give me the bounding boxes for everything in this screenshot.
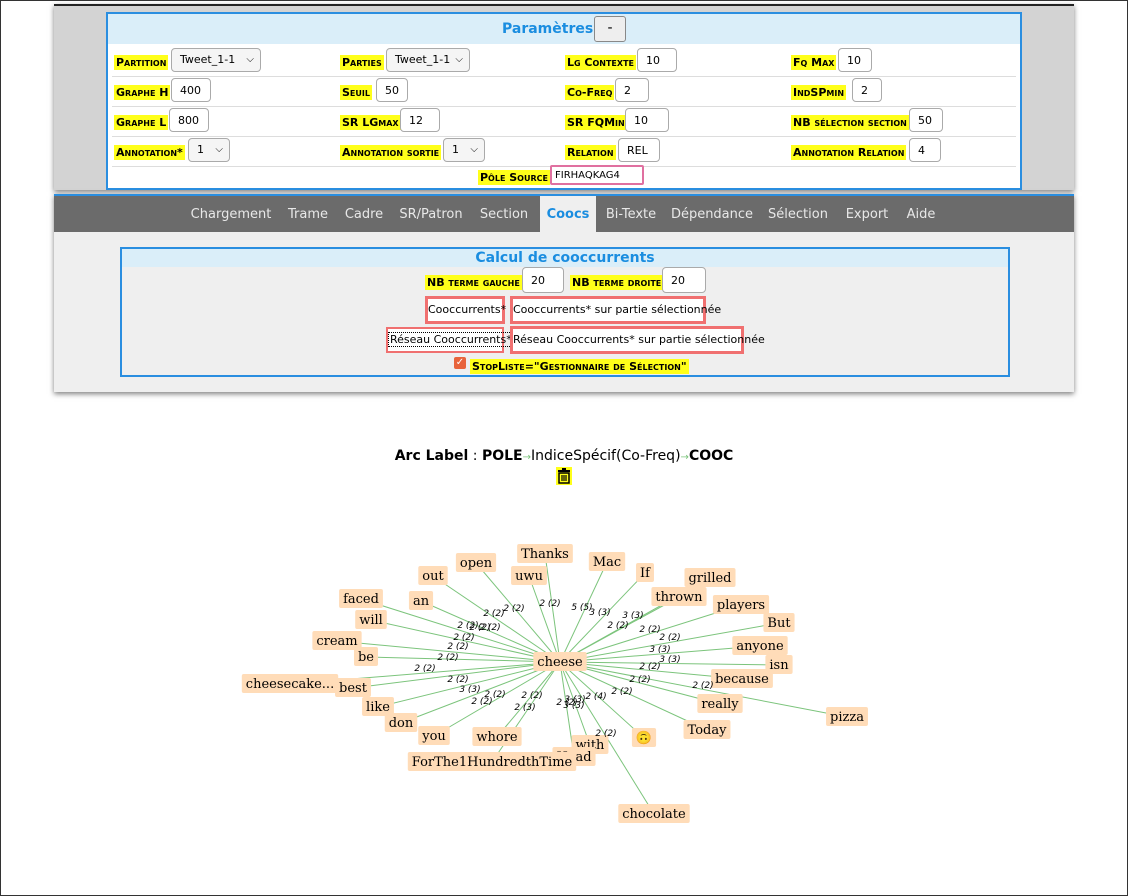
graph-node[interactable]: whore xyxy=(472,727,522,746)
graph-node[interactable]: Today xyxy=(683,720,731,739)
graph-edge-label: 2 (2) xyxy=(447,642,468,652)
graph-edge-label: 2 (2) xyxy=(607,621,628,631)
graph-node-label: grilled xyxy=(688,571,731,586)
graph-edge-label: 2 (2) xyxy=(556,698,577,708)
graph-node-label: you xyxy=(421,729,446,744)
graph-node[interactable]: grilled xyxy=(684,568,736,587)
graph-node[interactable]: anyone xyxy=(732,636,788,655)
graph-node[interactable]: thrown xyxy=(651,587,707,606)
graph-edge-label: 3 (3) xyxy=(459,685,480,695)
graph-edge-label: 3 (3) xyxy=(659,655,680,665)
graph-node-label: cream xyxy=(316,634,357,649)
graph-node[interactable]: because xyxy=(711,669,773,688)
graph-node-label: don xyxy=(389,716,414,731)
graph-edge-label: 2 (2) xyxy=(521,691,542,701)
graph-node-label: 🙃 xyxy=(636,730,652,746)
graph-edge-label: 2 (2) xyxy=(692,681,713,691)
graph-node[interactable]: uwu xyxy=(511,566,547,585)
graph-node[interactable]: If xyxy=(636,563,654,582)
graph-node[interactable]: cheesecake... xyxy=(241,674,339,693)
graph-node-label: But xyxy=(767,616,791,631)
graph-edge xyxy=(527,575,561,663)
graph-node-label: cheesecake... xyxy=(246,677,334,692)
graph-node[interactable]: 🙃 xyxy=(631,728,657,747)
graph-node[interactable]: pizza xyxy=(826,707,868,726)
graph-node-label: Thanks xyxy=(521,547,569,562)
graph-edge-label: 2 (2) xyxy=(414,664,435,674)
graph-node-label: out xyxy=(422,569,444,584)
graph-node-label: like xyxy=(366,700,390,715)
graph-edge-label: 3 (3) xyxy=(649,645,670,655)
graph-edge-label: 2 (2) xyxy=(437,653,458,663)
graph-node[interactable]: you xyxy=(418,726,450,745)
graph-node[interactable]: don xyxy=(384,713,418,732)
graph-edge-label: 2 (2) xyxy=(479,623,500,633)
graph-edge-label: 3 (3) xyxy=(622,611,643,621)
graph-node-label: faced xyxy=(343,592,379,607)
graph-edge-label: 2 (2) xyxy=(659,633,680,643)
graph-node[interactable]: chocolate xyxy=(618,804,690,823)
graph-node-label: will xyxy=(359,613,383,628)
graph-node-label: an xyxy=(413,594,430,609)
graph-node-label: cheese xyxy=(537,655,583,670)
graph-edge-label: 2 (2) xyxy=(629,675,650,685)
graph-node[interactable]: out xyxy=(418,566,448,585)
graph-node-label: pizza xyxy=(830,710,864,725)
graph-edge-label: 2 (3) xyxy=(514,703,535,713)
graph-edge-label: 2 (4) xyxy=(585,692,606,702)
graph-node[interactable]: But xyxy=(763,613,795,632)
graph-edge-label: 2 (2) xyxy=(447,675,468,685)
graph-edge-label: 2 (2) xyxy=(483,609,504,619)
graph-node-label: players xyxy=(717,598,765,613)
graph-node-label: really xyxy=(701,697,739,712)
graph-node[interactable]: Mac xyxy=(588,552,626,571)
graph-node-label: Today xyxy=(688,723,728,738)
graph-node[interactable]: best xyxy=(335,678,371,697)
graph-node-label: whore xyxy=(476,730,518,745)
graph-node[interactable]: faced xyxy=(339,589,383,608)
graph-node[interactable]: open xyxy=(455,553,497,572)
graph-node[interactable]: ForThe1HundredthTime xyxy=(407,752,577,771)
graph-edge-label: 2 (2) xyxy=(457,621,478,631)
graph-edge-label: 2 (2) xyxy=(484,690,505,700)
graph-node-label: chocolate xyxy=(622,807,686,822)
graph-node[interactable]: cream xyxy=(312,631,362,650)
graph-edge-label: 2 (2) xyxy=(503,604,524,614)
graph-node-label: anyone xyxy=(736,639,784,654)
graph-node-label: best xyxy=(339,681,368,696)
graph-node[interactable]: an xyxy=(408,591,434,610)
graph-node-label: If xyxy=(640,566,651,581)
graph-node[interactable]: Thanks xyxy=(517,544,573,563)
graph-node-label: open xyxy=(460,556,493,571)
graph-edge-label: 2 (2) xyxy=(639,662,660,672)
graph-edge-label: 2 (2) xyxy=(611,687,632,697)
graph-node-label: be xyxy=(358,650,374,665)
graph-edge-label: 2 (2) xyxy=(595,729,616,739)
graph-node[interactable]: be xyxy=(353,647,379,666)
graph-node-center[interactable]: cheese xyxy=(533,652,587,671)
cooc-network-graph: Thanks open uwu Mac If grilled out thrown player… xyxy=(241,544,868,823)
graph-node-label: uwu xyxy=(515,569,543,584)
graph-node-label: Mac xyxy=(593,555,621,570)
graph-edge-label: 2 (2) xyxy=(639,625,660,635)
graph-node[interactable]: really xyxy=(697,694,743,713)
graph-node[interactable]: players xyxy=(712,595,770,614)
graph-node-label: thrown xyxy=(655,590,703,605)
graph-node-label: ForThe1HundredthTime xyxy=(412,755,573,770)
graph-node-label: because xyxy=(715,672,769,687)
graph-node[interactable]: will xyxy=(355,610,387,629)
graph-edge-label: 2 (2) xyxy=(539,599,560,609)
graph-edge-label: 3 (3) xyxy=(589,608,610,618)
